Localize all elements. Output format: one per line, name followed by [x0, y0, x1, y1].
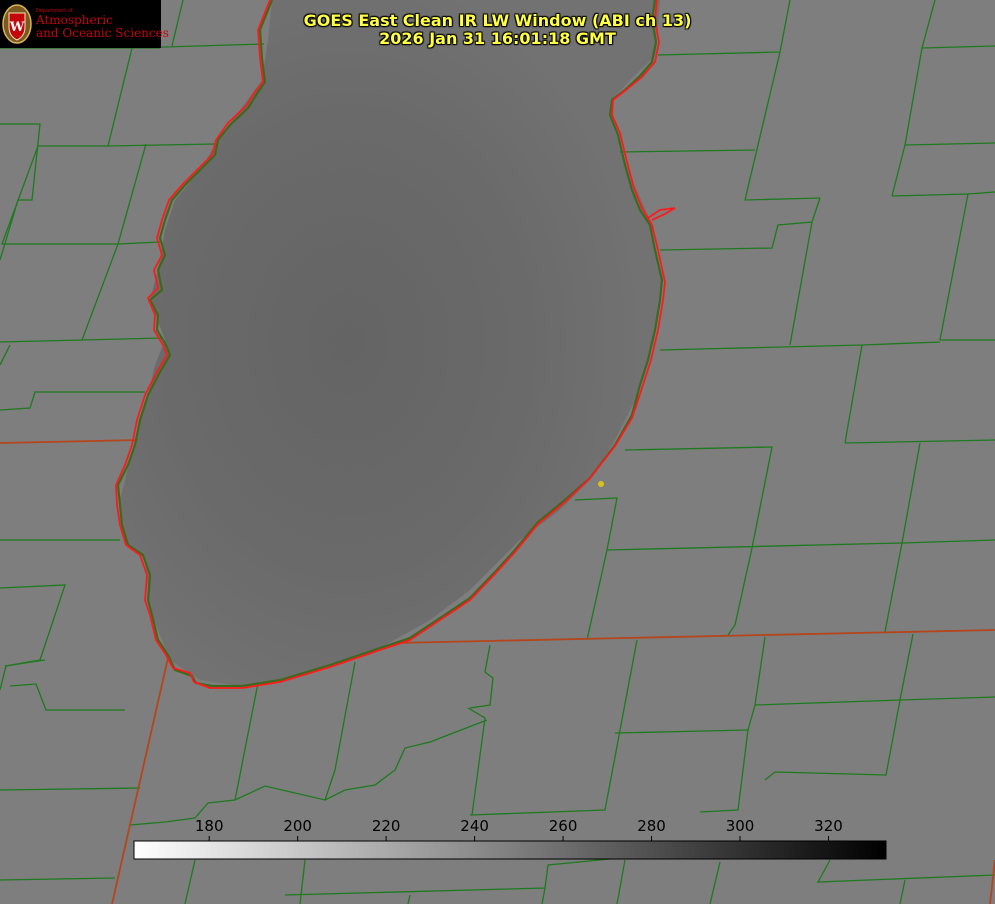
colorbar-tick-label: 240: [460, 817, 489, 835]
satellite-map: 180 200 220 240 260 280 300 320: [0, 0, 995, 904]
colorbar-tick-label: 320: [814, 817, 843, 835]
colorbar-gradient: [133, 840, 887, 860]
colorbar-tick-label: 260: [549, 817, 578, 835]
map-timestamp: 2026 Jan 31 16:01:18 GMT: [379, 29, 616, 48]
map-title: GOES East Clean IR LW Window (ABI ch 13): [303, 11, 692, 30]
location-marker: [598, 481, 604, 487]
colorbar-tick-label: 280: [637, 817, 666, 835]
colorbar-tick-label: 180: [195, 817, 224, 835]
colorbar-tick-label: 220: [372, 817, 401, 835]
colorbar-tick-label: 300: [726, 817, 755, 835]
colorbar-tick-label: 200: [283, 817, 312, 835]
